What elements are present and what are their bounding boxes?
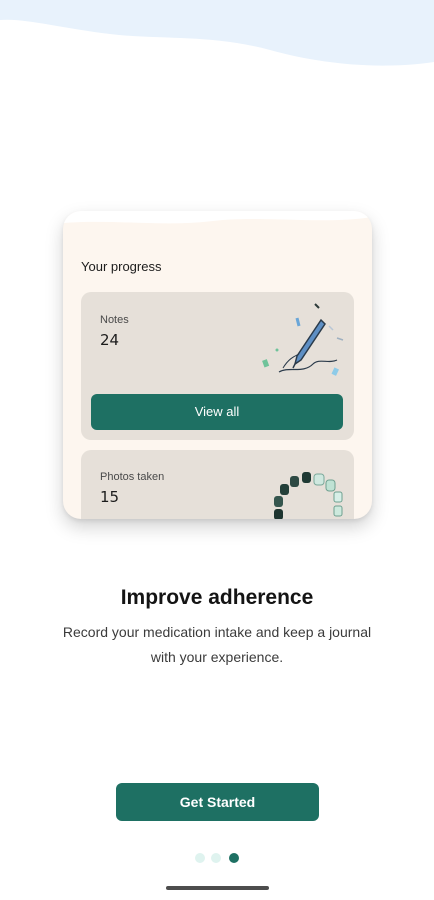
top-wave-decoration: [0, 0, 434, 66]
onboarding-description: Record your medication intake and keep a…: [62, 624, 372, 665]
home-indicator[interactable]: [166, 886, 269, 890]
page-dot-1[interactable]: [195, 853, 205, 863]
view-all-button[interactable]: View all: [91, 394, 343, 430]
photos-label: Photos taken: [100, 471, 165, 483]
page-dot-3-active[interactable]: [229, 853, 239, 863]
onboarding-headline: Improve adherence: [120, 586, 314, 609]
beads-illustration-icon: [274, 472, 343, 519]
notes-tile: Notes 24 View all: [81, 292, 354, 440]
photos-count: 15: [100, 488, 120, 506]
get-started-button[interactable]: Get Started: [116, 783, 319, 821]
page-dot-2[interactable]: [211, 853, 221, 863]
photos-tile: Photos taken 15: [81, 450, 354, 519]
notes-label: Notes: [100, 314, 129, 326]
page-indicator: [195, 853, 245, 865]
card-wave-decoration: [63, 211, 372, 224]
pen-illustration-icon: [262, 303, 344, 376]
card-title: Your progress: [81, 259, 162, 274]
progress-card: Your progress Notes 24 View all Photos t…: [63, 211, 372, 519]
notes-count: 24: [100, 331, 120, 349]
